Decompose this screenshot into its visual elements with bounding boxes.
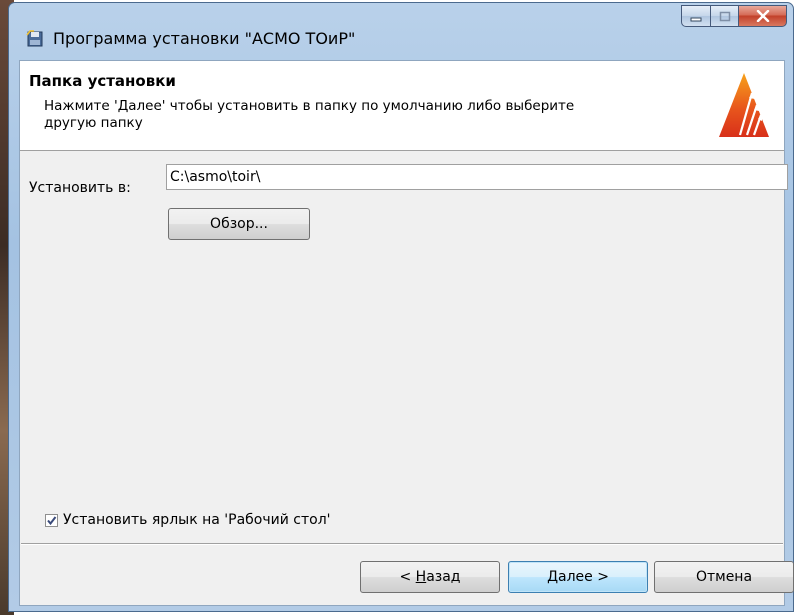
installer-window: Программа установки "АСМО ТОиР" Папка ус…: [8, 2, 794, 612]
page-description: Нажмите 'Далее' чтобы установить в папку…: [44, 98, 575, 131]
close-icon: [756, 7, 770, 26]
page-title: Папка установки: [29, 72, 176, 90]
desktop-shortcut-option[interactable]: Установить ярлык на 'Рабочий стол': [45, 512, 331, 528]
desktop-shortcut-label: Установить ярлык на 'Рабочий стол': [63, 512, 331, 528]
close-button[interactable]: [739, 5, 787, 27]
caption-buttons: [681, 5, 787, 29]
window-title: Программа установки "АСМО ТОиР": [53, 29, 356, 48]
cancel-button[interactable]: Отмена: [654, 561, 794, 593]
asmo-logo-icon: [718, 71, 770, 139]
back-button-prefix: <: [399, 569, 416, 585]
dialog-body: Папка установки Нажмите 'Далее' чтобы ус…: [19, 60, 794, 606]
minimize-button[interactable]: [681, 5, 711, 27]
install-path-label: Установить в:: [29, 180, 131, 196]
install-path-input[interactable]: [166, 164, 788, 190]
checkmark-icon: [47, 515, 57, 525]
minimize-icon: [690, 7, 702, 26]
desktop-shortcut-checkbox[interactable]: [45, 513, 58, 527]
maximize-icon: [719, 7, 731, 26]
installer-disk-icon: [25, 29, 45, 49]
back-button-rest: азад: [426, 569, 461, 585]
back-button[interactable]: < Назад: [360, 561, 500, 593]
back-button-mnemonic: Н: [415, 569, 427, 585]
browse-button[interactable]: Обзор...: [168, 208, 310, 240]
footer-separator: [21, 543, 783, 545]
next-button[interactable]: Далее >: [508, 561, 648, 593]
title-bar[interactable]: Программа установки "АСМО ТОиР": [9, 3, 793, 59]
wizard-header: Папка установки Нажмите 'Далее' чтобы ус…: [20, 61, 784, 151]
maximize-button[interactable]: [711, 5, 739, 27]
